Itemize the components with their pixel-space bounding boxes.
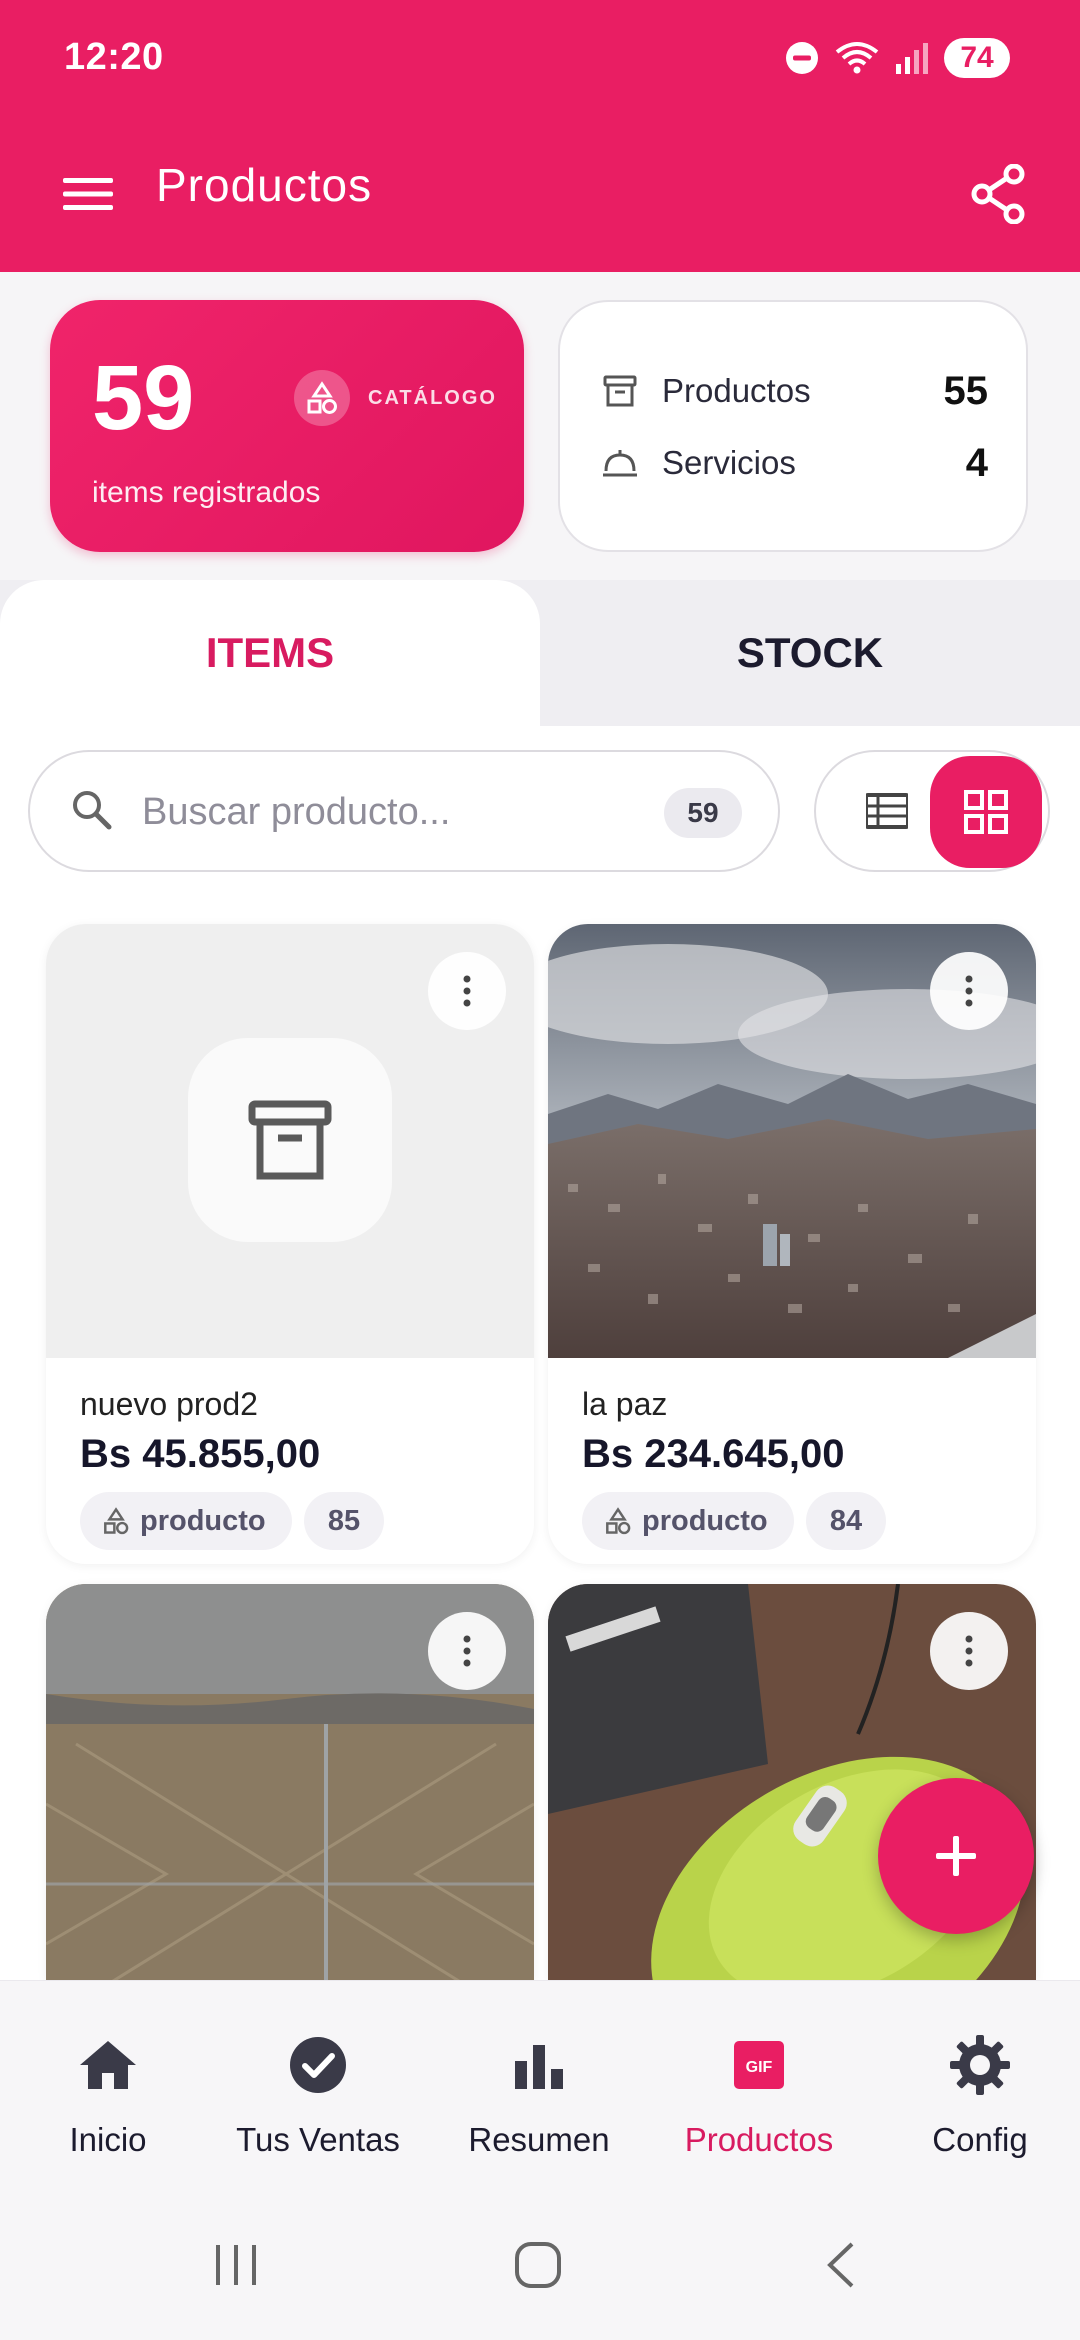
home-icon: [76, 2033, 140, 2097]
add-product-button[interactable]: [878, 1778, 1034, 1934]
share-button[interactable]: [956, 152, 1040, 236]
product-type-chip: producto: [80, 1492, 292, 1550]
product-card[interactable]: la paz Bs 234.645,00 producto 84: [548, 924, 1036, 1564]
service-bell-icon: [600, 443, 640, 483]
status-icons: 74: [784, 38, 1010, 78]
placeholder-box: [188, 1038, 392, 1242]
more-vert-icon: [965, 975, 973, 1007]
app-bar: 12:20 74 Productos: [0, 0, 1080, 272]
product-more-button[interactable]: [930, 1612, 1008, 1690]
list-view-button[interactable]: [836, 760, 938, 862]
recent-apps-button[interactable]: [186, 2230, 286, 2300]
products-count: 55: [943, 368, 989, 413]
tab-items[interactable]: ITEMS: [0, 580, 540, 726]
back-button[interactable]: [790, 2230, 890, 2300]
signal-icon: [896, 43, 928, 74]
battery-level: 74: [944, 38, 1010, 78]
services-row: Servicios 4: [600, 438, 988, 488]
shapes-icon: [104, 1507, 129, 1535]
product-type-label: producto: [140, 1504, 266, 1537]
product-card[interactable]: nuevo prod2 Bs 45.855,00 producto 85: [46, 924, 534, 1564]
nav-item-productos[interactable]: GIF Productos: [651, 1981, 867, 2191]
search-input[interactable]: [142, 782, 662, 842]
services-label: Servicios: [662, 444, 796, 481]
back-icon: [827, 2242, 854, 2288]
view-mode-toggle: [814, 750, 1050, 872]
plus-icon: [936, 1836, 976, 1876]
search-bar: 59: [28, 750, 780, 872]
nav-label: Tus Ventas: [236, 2121, 400, 2158]
bar-chart-icon: [507, 2033, 571, 2097]
product-name: la paz: [582, 1386, 668, 1422]
product-more-button[interactable]: [428, 1612, 506, 1690]
product-stock-chip: 84: [806, 1492, 886, 1550]
product-type-chip: producto: [582, 1492, 794, 1550]
recent-apps-icon: [216, 2245, 256, 2285]
grid-view-icon: [964, 790, 1008, 834]
nav-label: Config: [932, 2121, 1028, 2158]
nav-item-tus-ventas[interactable]: Tus Ventas: [210, 1981, 426, 2191]
tab-bar: ITEMS STOCK: [0, 580, 1080, 726]
toolbar: Productos: [0, 140, 1080, 250]
home-button[interactable]: [488, 2230, 588, 2300]
nav-label: Inicio: [69, 2121, 147, 2158]
system-navigation-bar: [0, 2190, 1080, 2340]
nav-label: Productos: [684, 2121, 834, 2158]
type-breakdown-card: Productos 55 Servicios 4: [558, 300, 1028, 552]
shapes-icon: [294, 370, 350, 426]
items-count-card: 59 CATÁLOGO items registrados: [50, 300, 524, 552]
nav-item-config[interactable]: Config: [872, 1981, 1080, 2191]
list-view-icon: [866, 793, 908, 829]
catalog-badge: CATÁLOGO: [294, 370, 497, 426]
status-bar: 12:20 74: [0, 0, 1080, 120]
product-more-button[interactable]: [428, 952, 506, 1030]
gif-icon: GIF: [727, 2033, 791, 2097]
page-title: Productos: [156, 159, 373, 211]
items-count: 59: [92, 347, 195, 449]
check-circle-icon: [286, 2033, 350, 2097]
svg-text:GIF: GIF: [746, 2059, 773, 2076]
search-icon: [70, 788, 114, 837]
nav-item-inicio[interactable]: Inicio: [0, 1981, 216, 2191]
more-vert-icon: [463, 1635, 471, 1667]
products-label: Productos: [662, 372, 811, 409]
gear-icon: [948, 2033, 1012, 2097]
product-price: Bs 45.855,00: [80, 1432, 321, 1476]
products-row: Productos 55: [600, 366, 988, 416]
tab-stock[interactable]: STOCK: [540, 580, 1080, 726]
home-circle-icon: [515, 2242, 561, 2288]
catalog-label: CATÁLOGO: [368, 386, 497, 409]
product-more-button[interactable]: [930, 952, 1008, 1030]
hamburger-menu-icon: [63, 178, 113, 210]
archive-box-icon: [248, 1100, 332, 1180]
product-price: Bs 234.645,00: [582, 1432, 845, 1476]
menu-button[interactable]: [56, 162, 120, 226]
share-icon: [971, 164, 1025, 224]
product-name: nuevo prod2: [80, 1386, 258, 1422]
items-count-label: items registrados: [92, 476, 321, 509]
more-vert-icon: [965, 1635, 973, 1667]
shapes-icon: [606, 1507, 631, 1535]
more-vert-icon: [463, 975, 471, 1007]
search-result-count: 59: [664, 788, 742, 838]
bottom-navigation: Inicio Tus Ventas Resumen GIF Productos: [0, 1980, 1080, 2190]
nav-item-resumen[interactable]: Resumen: [431, 1981, 647, 2191]
product-stock-chip: 85: [304, 1492, 384, 1550]
do-not-disturb-icon: [786, 42, 818, 74]
status-time: 12:20: [64, 36, 164, 78]
grid-view-button[interactable]: [930, 756, 1042, 868]
product-type-label: producto: [642, 1504, 768, 1537]
archive-box-icon: [600, 371, 640, 411]
wifi-icon: [835, 42, 879, 74]
services-count: 4: [965, 440, 988, 485]
product-card[interactable]: [46, 1584, 534, 1980]
nav-label: Resumen: [468, 2121, 610, 2158]
